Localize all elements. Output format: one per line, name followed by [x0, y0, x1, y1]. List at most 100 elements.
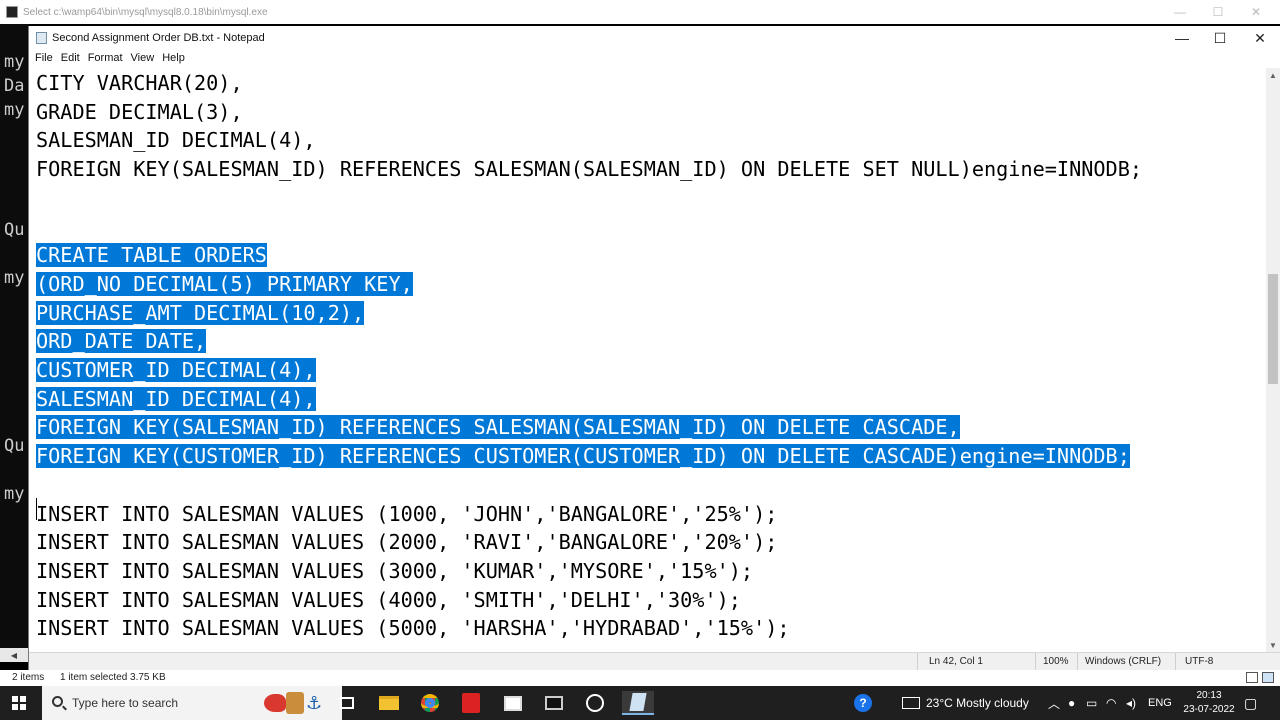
editor-line[interactable]: GRADE DECIMAL(3),: [36, 98, 243, 127]
weather-widget[interactable]: 23°C Mostly cloudy: [902, 686, 1029, 720]
editor-line[interactable]: INSERT INTO SALESMAN VALUES (1000, 'JOHN…: [36, 500, 777, 529]
show-hidden-icons[interactable]: ︿: [1048, 686, 1060, 720]
editor-line[interactable]: SALESMAN_ID DECIMAL(4),: [36, 126, 316, 155]
help-icon[interactable]: ?: [854, 686, 872, 720]
image-icon: [504, 695, 522, 711]
notepad-title-bar[interactable]: Second Assignment Order DB.txt - Notepad…: [29, 26, 1280, 50]
editor-line[interactable]: CUSTOMER_ID DECIMAL(4),: [36, 356, 316, 385]
photos-button[interactable]: [500, 691, 526, 715]
notepad-taskbar-button[interactable]: [622, 691, 654, 715]
editor-line-text: GRADE DECIMAL(3),: [36, 99, 243, 124]
notepad-app-icon: [629, 693, 647, 711]
editor-line[interactable]: SALESMAN_ID DECIMAL(4),: [36, 385, 316, 414]
microphone-icon[interactable]: ●: [1068, 686, 1075, 720]
editor-line[interactable]: CITY VARCHAR(20),: [36, 69, 243, 98]
editor-line-text: CREATE TABLE ORDERS: [36, 243, 267, 268]
scroll-up-icon[interactable]: ▲: [1266, 68, 1280, 82]
news-icon: [902, 697, 920, 709]
explorer-status-bar: 2 items 1 item selected 3.75 KB: [0, 670, 1280, 686]
clock[interactable]: 20:13 23-07-2022: [1182, 689, 1236, 717]
vertical-scrollbar[interactable]: ▲ ▼: [1266, 68, 1280, 652]
menu-edit[interactable]: Edit: [60, 50, 85, 68]
status-divider: [1077, 653, 1078, 671]
editor-line[interactable]: ORD_DATE DATE,: [36, 327, 207, 356]
volume-icon[interactable]: ◂): [1126, 686, 1136, 720]
wifi-icon[interactable]: ◠: [1106, 686, 1116, 720]
status-divider: [917, 653, 918, 671]
line-ending: Windows (CRLF): [1085, 656, 1162, 667]
console-app-button[interactable]: [541, 691, 567, 715]
editor-line[interactable]: CREATE TABLE ORDERS: [36, 241, 267, 270]
editor-line[interactable]: INSERT INTO SALESMAN VALUES (2000, 'RAVI…: [36, 528, 777, 557]
search-placeholder: Type here to search: [72, 696, 179, 710]
scroll-thumb[interactable]: [1268, 274, 1278, 384]
console-line: my: [4, 52, 25, 72]
language-indicator[interactable]: ENG: [1148, 686, 1172, 720]
editor-line[interactable]: INSERT INTO SALESMAN VALUES (4000, 'SMIT…: [36, 586, 741, 615]
acrobat-button[interactable]: [458, 691, 484, 715]
editor-line-text: CITY VARCHAR(20),: [36, 71, 243, 95]
editor-line-text: INSERT INTO SALESMAN VALUES (3000, 'KUMA…: [36, 558, 754, 583]
editor-line[interactable]: FOREIGN KEY(SALESMAN_ID) REFERENCES SALE…: [36, 155, 1142, 184]
windows-logo-icon: [20, 696, 26, 702]
start-button[interactable]: [12, 696, 26, 710]
menu-file[interactable]: File: [34, 50, 58, 68]
notification-icon[interactable]: ▢: [1244, 686, 1257, 720]
editor-line-text: ORD_DATE DATE,: [36, 329, 207, 354]
console-close-button[interactable]: ✕: [1236, 0, 1276, 24]
editor-line-text: FOREIGN KEY(SALESMAN_ID) REFERENCES SALE…: [36, 415, 960, 440]
scroll-left-icon[interactable]: ◀: [0, 648, 28, 662]
console-minimize-button[interactable]: —: [1160, 0, 1200, 24]
editor-line-text: INSERT INTO SALESMAN VALUES (2000, 'RAVI…: [36, 530, 778, 555]
anchor-icon: ⚓: [306, 693, 323, 713]
close-button[interactable]: ✕: [1241, 26, 1279, 50]
scroll-down-icon[interactable]: ▼: [1266, 638, 1280, 652]
maximize-button[interactable]: ☐: [1201, 26, 1239, 50]
console-icon: [6, 6, 18, 18]
zoom-level: 100%: [1043, 656, 1069, 667]
editor-line[interactable]: FOREIGN KEY(SALESMAN_ID) REFERENCES SALE…: [36, 413, 960, 442]
item-count: 2 items: [12, 672, 45, 683]
text-editor[interactable]: CITY VARCHAR(20), GRADE DECIMAL(3), SALESM…: [29, 68, 1267, 652]
file-explorer-button[interactable]: [376, 691, 402, 715]
console-line: Qu: [4, 220, 25, 240]
search-icon: [52, 696, 63, 707]
notepad-window: Second Assignment Order DB.txt - Notepad…: [28, 26, 1280, 671]
taskbar-search-box[interactable]: Type here to search ⚓: [42, 686, 342, 720]
record-icon: [586, 694, 604, 712]
editor-line[interactable]: INSERT INTO SALESMAN VALUES (5000, 'HARS…: [36, 614, 790, 643]
editor-line-text: SALESMAN_ID DECIMAL(4),: [36, 128, 316, 153]
task-view-button[interactable]: [334, 691, 360, 715]
chrome-button[interactable]: [417, 691, 443, 715]
editor-line[interactable]: FOREIGN KEY(CUSTOMER_ID) REFERENCES CUST…: [36, 442, 1130, 471]
battery-icon[interactable]: ▭: [1086, 686, 1097, 720]
selection-info: 1 item selected 3.75 KB: [60, 672, 166, 683]
console-title-bar[interactable]: Select c:\wamp64\bin\mysql\mysql8.0.18\b…: [0, 0, 1280, 24]
menu-help[interactable]: Help: [161, 50, 190, 68]
status-divider: [1175, 653, 1176, 671]
windows-logo-icon: [12, 704, 18, 710]
editor-line-text: FOREIGN KEY(SALESMAN_ID) REFERENCES SALE…: [36, 157, 1143, 182]
details-view-icon[interactable]: [1246, 672, 1258, 683]
console-maximize-button[interactable]: ☐: [1198, 0, 1238, 24]
minimize-button[interactable]: —: [1163, 26, 1201, 50]
editor-line[interactable]: INSERT INTO SALESMAN VALUES (3000, 'KUMA…: [36, 557, 753, 586]
weather-text: 23°C Mostly cloudy: [926, 696, 1029, 710]
encoding: UTF-8: [1185, 656, 1214, 667]
editor-line[interactable]: (ORD_NO DECIMAL(5) PRIMARY KEY,: [36, 270, 413, 299]
notepad-icon: [36, 32, 47, 44]
console-line: my: [4, 484, 25, 504]
menu-bar: File Edit Format View Help: [29, 50, 192, 68]
search-highlight-icon: [264, 694, 286, 712]
tiles-view-icon[interactable]: [1262, 672, 1274, 683]
menu-format[interactable]: Format: [87, 50, 128, 68]
obs-button[interactable]: [582, 691, 608, 715]
editor-line-text: INSERT INTO SALESMAN VALUES (5000, 'HARS…: [36, 616, 790, 641]
console-body[interactable]: my Da my Qu my Qu my: [0, 24, 28, 660]
editor-line-text: (ORD_NO DECIMAL(5) PRIMARY KEY,: [36, 271, 413, 296]
console-title: Select c:\wamp64\bin\mysql\mysql8.0.18\b…: [23, 6, 268, 18]
console-line: Qu: [4, 436, 25, 456]
text-caret: [36, 498, 37, 520]
editor-line[interactable]: PURCHASE_AMT DECIMAL(10,2),: [36, 299, 365, 328]
menu-view[interactable]: View: [130, 50, 160, 68]
